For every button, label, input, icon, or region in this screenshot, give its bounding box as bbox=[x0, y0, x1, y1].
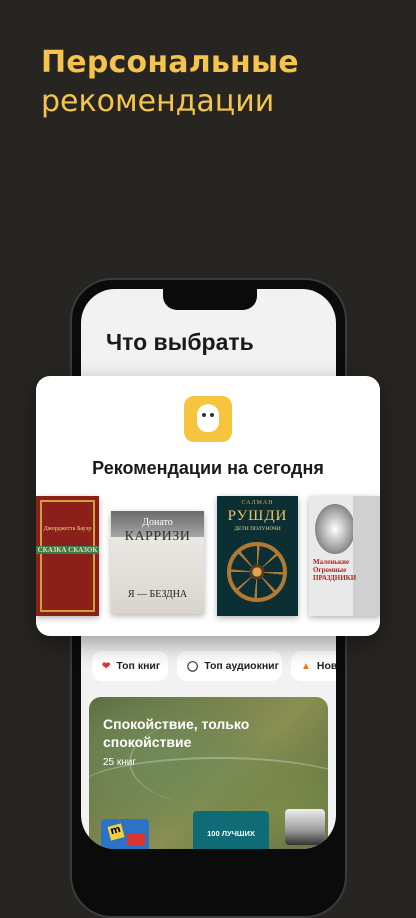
collection-book-cover: m bbox=[101, 819, 149, 849]
book-cover[interactable]: САЛМАН РУШДИ ДЕТИ ПОЛУНОЧИ bbox=[217, 496, 298, 616]
collection-book-cover: 100 ЛУЧШИХ bbox=[193, 811, 269, 849]
collection-book-cover bbox=[285, 809, 325, 845]
chip-top-books[interactable]: ❤ Топ книг bbox=[92, 651, 168, 681]
promo-headline: Персональные рекомендации bbox=[41, 44, 299, 122]
chip-label: Топ аудиокниг bbox=[204, 660, 280, 672]
phone-notch bbox=[163, 289, 257, 310]
owl-app-icon bbox=[184, 396, 232, 442]
owl-icon bbox=[197, 404, 219, 432]
heart-icon: ❤ bbox=[102, 660, 111, 672]
chip-label: Нов bbox=[316, 660, 336, 672]
collection-title: Спокойствие, только спокойствие bbox=[103, 716, 250, 750]
headline-line-1: Персональные bbox=[41, 45, 299, 80]
book-title: СКАЗКА СКАЗОК bbox=[36, 546, 99, 554]
book-title: Маленькие Огромные ПРАЗДНИКИ bbox=[313, 558, 357, 582]
fire-icon: ▲ bbox=[301, 660, 311, 672]
collection-card[interactable]: Спокойствие, только спокойствие 25 книг … bbox=[89, 697, 328, 849]
wheel-illustration bbox=[227, 542, 287, 602]
chip-label: Топ книг bbox=[116, 660, 161, 672]
book-title-top: РУШДИ bbox=[227, 508, 288, 524]
book-title-top: КАРРИЗИ bbox=[124, 529, 191, 544]
book-author: САЛМАН bbox=[241, 500, 274, 506]
headphones-icon: ◯ bbox=[187, 660, 199, 672]
headline-line-2: рекомендации bbox=[41, 84, 275, 119]
book-title: Я — БЕЗДНА bbox=[127, 589, 188, 600]
book-cover[interactable]: Джорджетта Бауэр СКАЗКА СКАЗОК bbox=[36, 496, 99, 616]
screen-title: Что выбрать bbox=[106, 329, 254, 355]
chip-top-audiobooks[interactable]: ◯ Топ аудиокниг bbox=[177, 651, 282, 681]
book-cover[interactable]: Маленькие Огромные ПРАЗДНИКИ bbox=[309, 496, 380, 616]
recommendations-title: Рекомендации на сегодня bbox=[92, 458, 324, 478]
category-chips: ❤ Топ книг ◯ Топ аудиокниг ▲ Нов bbox=[92, 651, 336, 681]
book-author: Джорджетта Бауэр bbox=[43, 526, 92, 532]
collection-count: 25 книг bbox=[103, 757, 137, 768]
book-author: Донато bbox=[142, 517, 173, 528]
recommendations-card[interactable]: Рекомендации на сегодня Джорджетта Бауэр… bbox=[36, 376, 380, 636]
chip-new[interactable]: ▲ Нов bbox=[291, 651, 336, 681]
book-title: ДЕТИ ПОЛУНОЧИ bbox=[234, 526, 281, 532]
book-cover[interactable]: Донато КАРРИЗИ Я — БЕЗДНА bbox=[111, 511, 204, 614]
